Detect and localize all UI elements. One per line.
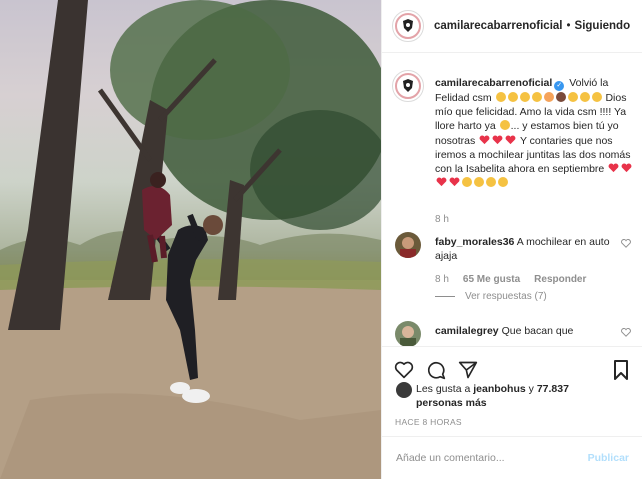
commenter-avatar[interactable] bbox=[395, 321, 421, 346]
comment-like-heart-icon[interactable] bbox=[621, 239, 631, 248]
comment-composer: Añade un comentario... Publicar bbox=[382, 436, 642, 479]
commenter-username[interactable]: faby_morales36 bbox=[435, 236, 514, 248]
heart-eyes-emoji-icon bbox=[507, 92, 518, 102]
heart-eyes-emoji-icon bbox=[519, 92, 530, 102]
liker-username[interactable]: jeanbohus bbox=[473, 383, 526, 395]
red-heart-emoji-icon bbox=[621, 163, 632, 173]
grinning-emoji-icon bbox=[495, 92, 506, 102]
publish-button[interactable]: Publicar bbox=[588, 452, 629, 464]
heart-eyes-emoji-icon bbox=[474, 177, 484, 188]
reply-button[interactable]: Responder bbox=[534, 274, 586, 285]
comment-bubble-icon[interactable] bbox=[426, 360, 446, 380]
red-heart-emoji-icon bbox=[608, 163, 619, 173]
smile-emoji-icon bbox=[591, 92, 602, 102]
comments-list[interactable]: camilarecabarrenoficial ✓ Volvió la Felid… bbox=[382, 54, 642, 346]
heart-eyes-emoji-icon bbox=[486, 177, 496, 188]
comment-text: faby_morales36 A mochilear en auto ajaja bbox=[435, 235, 615, 263]
author-logo-icon bbox=[395, 73, 421, 99]
red-heart-emoji-icon bbox=[449, 177, 460, 187]
caption-line-1: Volvió la bbox=[569, 77, 609, 89]
heart-outline-icon[interactable] bbox=[394, 361, 414, 379]
comment-like-heart-icon[interactable] bbox=[621, 328, 631, 337]
likes-connector: y bbox=[528, 383, 534, 395]
replies-divider bbox=[435, 296, 455, 297]
heart-eyes-emoji-icon bbox=[498, 177, 508, 188]
caption-text: camilarecabarrenoficial ✓ Volvió la Felid… bbox=[435, 76, 640, 190]
instagram-post-modal: camilarecabarrenoficial • Siguiendo cami… bbox=[0, 0, 642, 479]
park-scene-image bbox=[0, 0, 381, 479]
caption-author-avatar[interactable] bbox=[392, 70, 424, 102]
post-photo[interactable] bbox=[0, 0, 381, 479]
caption-username[interactable]: camilarecabarrenoficial bbox=[435, 77, 552, 89]
comment-input[interactable]: Añade un comentario... bbox=[396, 452, 588, 464]
comment-likes[interactable]: 65 Me gusta bbox=[463, 274, 520, 285]
post-side-panel: camilarecabarrenoficial • Siguiendo cami… bbox=[381, 0, 642, 479]
likes-text: Les gusta a jeanbohus y 77.837 personas … bbox=[416, 382, 616, 410]
person-emoji-icon bbox=[555, 92, 566, 102]
heart-eyes-emoji-icon bbox=[462, 177, 472, 188]
post-header: camilarecabarrenoficial • Siguiendo bbox=[382, 0, 642, 53]
view-replies-label: Ver respuestas (7) bbox=[465, 291, 547, 302]
header-separator: • bbox=[566, 20, 571, 32]
likes-prefix: Les gusta a bbox=[416, 383, 471, 395]
commenter-username[interactable]: camilalegrey bbox=[435, 325, 499, 337]
author-username[interactable]: camilarecabarrenoficial bbox=[434, 20, 563, 32]
view-replies[interactable]: Ver respuestas (7) bbox=[435, 291, 547, 302]
hug-emoji-icon bbox=[543, 92, 554, 102]
sweat-smile-emoji-icon bbox=[499, 120, 510, 131]
smile-emoji-icon bbox=[579, 92, 590, 102]
post-timestamp[interactable]: HACE 8 HORAS bbox=[395, 417, 462, 427]
comment-timestamp[interactable]: 8 h bbox=[435, 274, 449, 285]
comment-body: Que bacan que bbox=[501, 325, 574, 337]
author-avatar[interactable] bbox=[392, 10, 424, 42]
verified-badge-icon: ✓ bbox=[554, 81, 565, 91]
comment-meta: 8 h 65 Me gusta Responder bbox=[435, 274, 586, 285]
likes-summary: Les gusta a jeanbohus y 77.837 personas … bbox=[396, 382, 616, 410]
caption-timestamp[interactable]: 8 h bbox=[435, 214, 449, 225]
commenter-avatar[interactable] bbox=[395, 232, 421, 258]
red-heart-emoji-icon bbox=[436, 177, 447, 187]
red-heart-emoji-icon bbox=[492, 135, 503, 144]
smile-emoji-icon bbox=[567, 92, 578, 102]
paper-plane-icon[interactable] bbox=[458, 360, 478, 380]
caption-line-2: Felidad csm bbox=[435, 92, 492, 104]
author-logo-icon bbox=[395, 13, 421, 39]
red-heart-emoji-icon bbox=[505, 135, 516, 144]
heart-eyes-emoji-icon bbox=[531, 92, 542, 102]
bookmark-icon[interactable] bbox=[613, 359, 629, 380]
comment-text: camilalegrey Que bacan que bbox=[435, 324, 615, 338]
red-heart-emoji-icon bbox=[479, 135, 490, 144]
following-button[interactable]: Siguiendo bbox=[575, 20, 631, 32]
liker-avatar[interactable] bbox=[396, 382, 412, 398]
